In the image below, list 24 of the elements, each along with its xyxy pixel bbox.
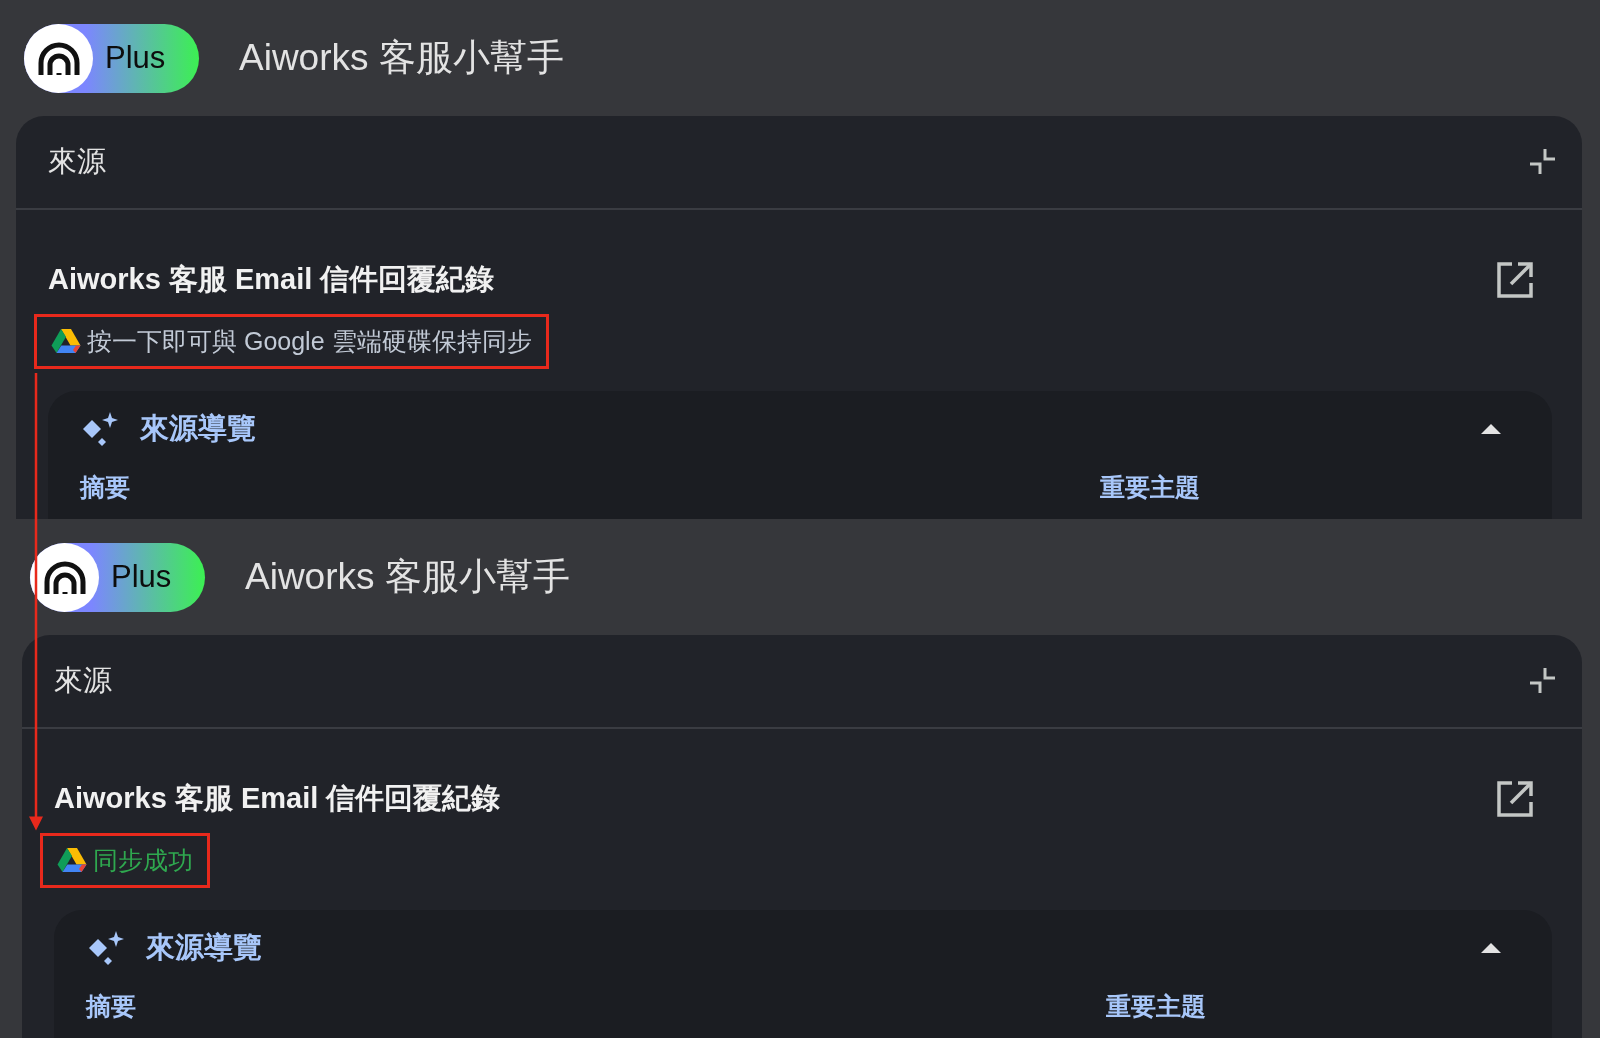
- badge-label: Plus: [105, 38, 166, 77]
- overview-title: 來源導覽: [140, 411, 256, 446]
- drive-icon: [51, 328, 81, 355]
- sync-status[interactable]: 按一下即可與 Google 雲端硬碟保持同步: [87, 322, 532, 360]
- panel-heading: 來源: [54, 663, 112, 699]
- overview-title: 來源導覽: [146, 930, 262, 965]
- source-title: Aiworks 客服 Email 信件回覆紀錄: [48, 262, 495, 297]
- collapse-icon[interactable]: [1528, 666, 1558, 696]
- app-title: Aiworks 客服小幫手: [245, 555, 570, 600]
- sync-status: 同步成功: [93, 844, 193, 876]
- external-link-icon[interactable]: [1496, 260, 1534, 299]
- caret-icon[interactable]: [1480, 941, 1502, 954]
- section-label: 摘要: [86, 990, 137, 1022]
- caret-icon[interactable]: [1480, 422, 1502, 435]
- drive-icon: [57, 847, 87, 874]
- section-label: 摘要: [80, 471, 131, 503]
- external-link-icon[interactable]: [1496, 779, 1534, 818]
- section-label: 重要主題: [1100, 471, 1201, 503]
- source-title: Aiworks 客服 Email 信件回覆紀錄: [54, 781, 501, 816]
- collapse-icon[interactable]: [1528, 147, 1558, 177]
- app-title: Aiworks 客服小幫手: [239, 36, 564, 81]
- section-label: 重要主題: [1106, 990, 1207, 1022]
- badge-label: Plus: [111, 557, 172, 596]
- panel-heading: 來源: [48, 144, 106, 180]
